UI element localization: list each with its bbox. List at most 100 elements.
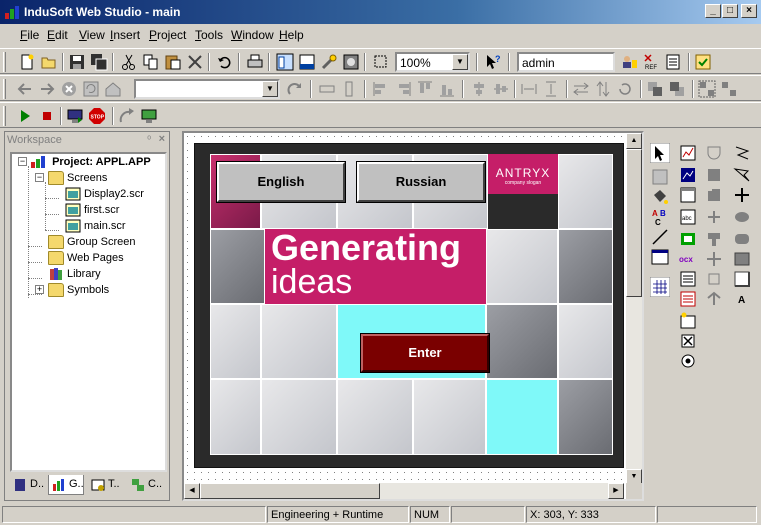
tree-expander[interactable]: −: [18, 157, 27, 166]
database-icon[interactable]: [664, 53, 682, 71]
grid-tool-icon[interactable]: [650, 277, 670, 297]
chart-icon[interactable]: [678, 165, 698, 185]
trend-icon[interactable]: [678, 143, 698, 163]
grid-object-icon[interactable]: [678, 185, 698, 205]
menu-project[interactable]: Project: [149, 28, 186, 42]
width-icon[interactable]: [318, 80, 336, 98]
rotate-icon[interactable]: [616, 80, 634, 98]
tab-communication[interactable]: C..: [128, 475, 164, 495]
cut-icon[interactable]: [120, 53, 138, 71]
refresh-icon[interactable]: [82, 80, 100, 98]
space-vertical-icon[interactable]: [542, 80, 560, 98]
tools-icon[interactable]: [320, 53, 338, 71]
remote-icon[interactable]: [140, 107, 158, 125]
flip-vertical-icon[interactable]: [594, 80, 612, 98]
zoom-icon[interactable]: [372, 53, 390, 71]
scroll-right-icon[interactable]: ▶: [608, 483, 624, 499]
menu-file[interactable]: File: [20, 28, 39, 42]
window-icon[interactable]: [650, 247, 670, 267]
checkbox-icon[interactable]: [678, 331, 698, 351]
menu-window[interactable]: Window: [231, 28, 274, 42]
home-icon[interactable]: [104, 80, 122, 98]
tree-expander[interactable]: +: [35, 285, 44, 294]
redo-arrow-icon[interactable]: [286, 80, 304, 98]
delete-icon[interactable]: [186, 53, 204, 71]
tree-item-group-screen[interactable]: Group Screen: [48, 235, 135, 251]
close-icon[interactable]: ×: [159, 133, 165, 145]
output-window-icon[interactable]: [298, 53, 316, 71]
stop-icon[interactable]: [60, 80, 78, 98]
toolbar-grip[interactable]: [3, 106, 6, 126]
context-help-icon[interactable]: ?: [484, 53, 502, 71]
user-field[interactable]: admin: [517, 52, 615, 72]
position-icon[interactable]: [704, 289, 724, 309]
rectangle-icon[interactable]: [732, 249, 752, 269]
ref-icon[interactable]: REF: [642, 53, 660, 71]
align-left-icon[interactable]: [372, 80, 390, 98]
save-icon[interactable]: [68, 53, 86, 71]
database-spy-icon[interactable]: [678, 269, 698, 289]
align-top-icon[interactable]: [416, 80, 434, 98]
zoom-combo[interactable]: 100% ▼: [395, 52, 470, 72]
horizontal-scrollbar[interactable]: ◀ ▶: [184, 483, 624, 499]
tree-item-web-pages[interactable]: Web Pages: [48, 251, 124, 267]
menu-tools[interactable]: Tools: [195, 28, 223, 42]
scroll-thumb[interactable]: [626, 149, 642, 297]
workspace-toggle-icon[interactable]: [276, 53, 294, 71]
scroll-up-icon[interactable]: ▲: [626, 133, 642, 149]
save-all-icon[interactable]: [90, 53, 108, 71]
group-icon[interactable]: [698, 80, 716, 98]
bitmap-editor-icon[interactable]: [650, 167, 670, 187]
enter-button[interactable]: Enter: [360, 333, 490, 373]
ocx-icon[interactable]: ocx: [678, 249, 698, 269]
list-box-icon[interactable]: [678, 289, 698, 309]
menu-view[interactable]: View: [79, 28, 105, 42]
line-tool-icon[interactable]: [650, 227, 670, 247]
tab-database[interactable]: D..: [10, 475, 46, 495]
chevron-down-icon[interactable]: ▼: [262, 81, 278, 97]
tree-item-main[interactable]: main.scr: [65, 219, 126, 235]
3d-rectangle-icon[interactable]: [732, 269, 752, 289]
close-button[interactable]: ×: [741, 4, 757, 18]
plus-icon[interactable]: [732, 185, 752, 205]
scroll-left-icon[interactable]: ◀: [184, 483, 200, 499]
tree-item-project[interactable]: Project: APPL.APP: [30, 155, 151, 171]
minimize-button[interactable]: _: [705, 4, 721, 18]
vertical-scrollbar[interactable]: ▲ ▼: [626, 133, 642, 485]
tree-item-library[interactable]: Library: [48, 267, 101, 283]
new-file-icon[interactable]: [18, 53, 36, 71]
rotate-object-icon[interactable]: [704, 269, 724, 289]
radio-button-icon[interactable]: [678, 351, 698, 371]
run-application-icon[interactable]: [66, 107, 84, 125]
polyline-icon[interactable]: [732, 143, 752, 163]
move-icon[interactable]: [704, 249, 724, 269]
gauge-icon[interactable]: [704, 165, 724, 185]
undo-icon[interactable]: [216, 53, 234, 71]
toolbar-grip[interactable]: [3, 79, 6, 99]
space-horizontal-icon[interactable]: [520, 80, 538, 98]
stop-sign-icon[interactable]: STOP: [88, 107, 106, 125]
tank-icon[interactable]: [704, 185, 724, 205]
tab-graphics[interactable]: G..: [48, 475, 84, 495]
login-icon[interactable]: [620, 53, 638, 71]
maximize-button[interactable]: □: [722, 4, 738, 18]
english-button[interactable]: English: [216, 161, 346, 203]
text-tool-icon[interactable]: A: [732, 289, 752, 309]
chevron-down-icon[interactable]: ▼: [452, 54, 468, 70]
tree-item-first[interactable]: first.scr: [65, 203, 119, 219]
center-vertical-icon[interactable]: [492, 80, 510, 98]
height-icon[interactable]: [340, 80, 358, 98]
toolbar-grip[interactable]: [3, 52, 6, 72]
text-object-icon[interactable]: abc: [678, 207, 698, 227]
verify-icon[interactable]: [694, 53, 712, 71]
tab-tasks[interactable]: T..: [88, 475, 124, 495]
tree-item-display2[interactable]: Display2.scr: [65, 187, 144, 203]
pin-icon[interactable]: ᵒ: [147, 134, 151, 145]
russian-button[interactable]: Russian: [356, 161, 486, 203]
bring-front-icon[interactable]: [646, 80, 664, 98]
rounded-rect-icon[interactable]: [732, 229, 752, 249]
menu-help[interactable]: Help: [279, 28, 304, 42]
pipe-icon[interactable]: [704, 229, 724, 249]
selection-pointer-icon[interactable]: [650, 143, 670, 163]
align-right-icon[interactable]: [394, 80, 412, 98]
